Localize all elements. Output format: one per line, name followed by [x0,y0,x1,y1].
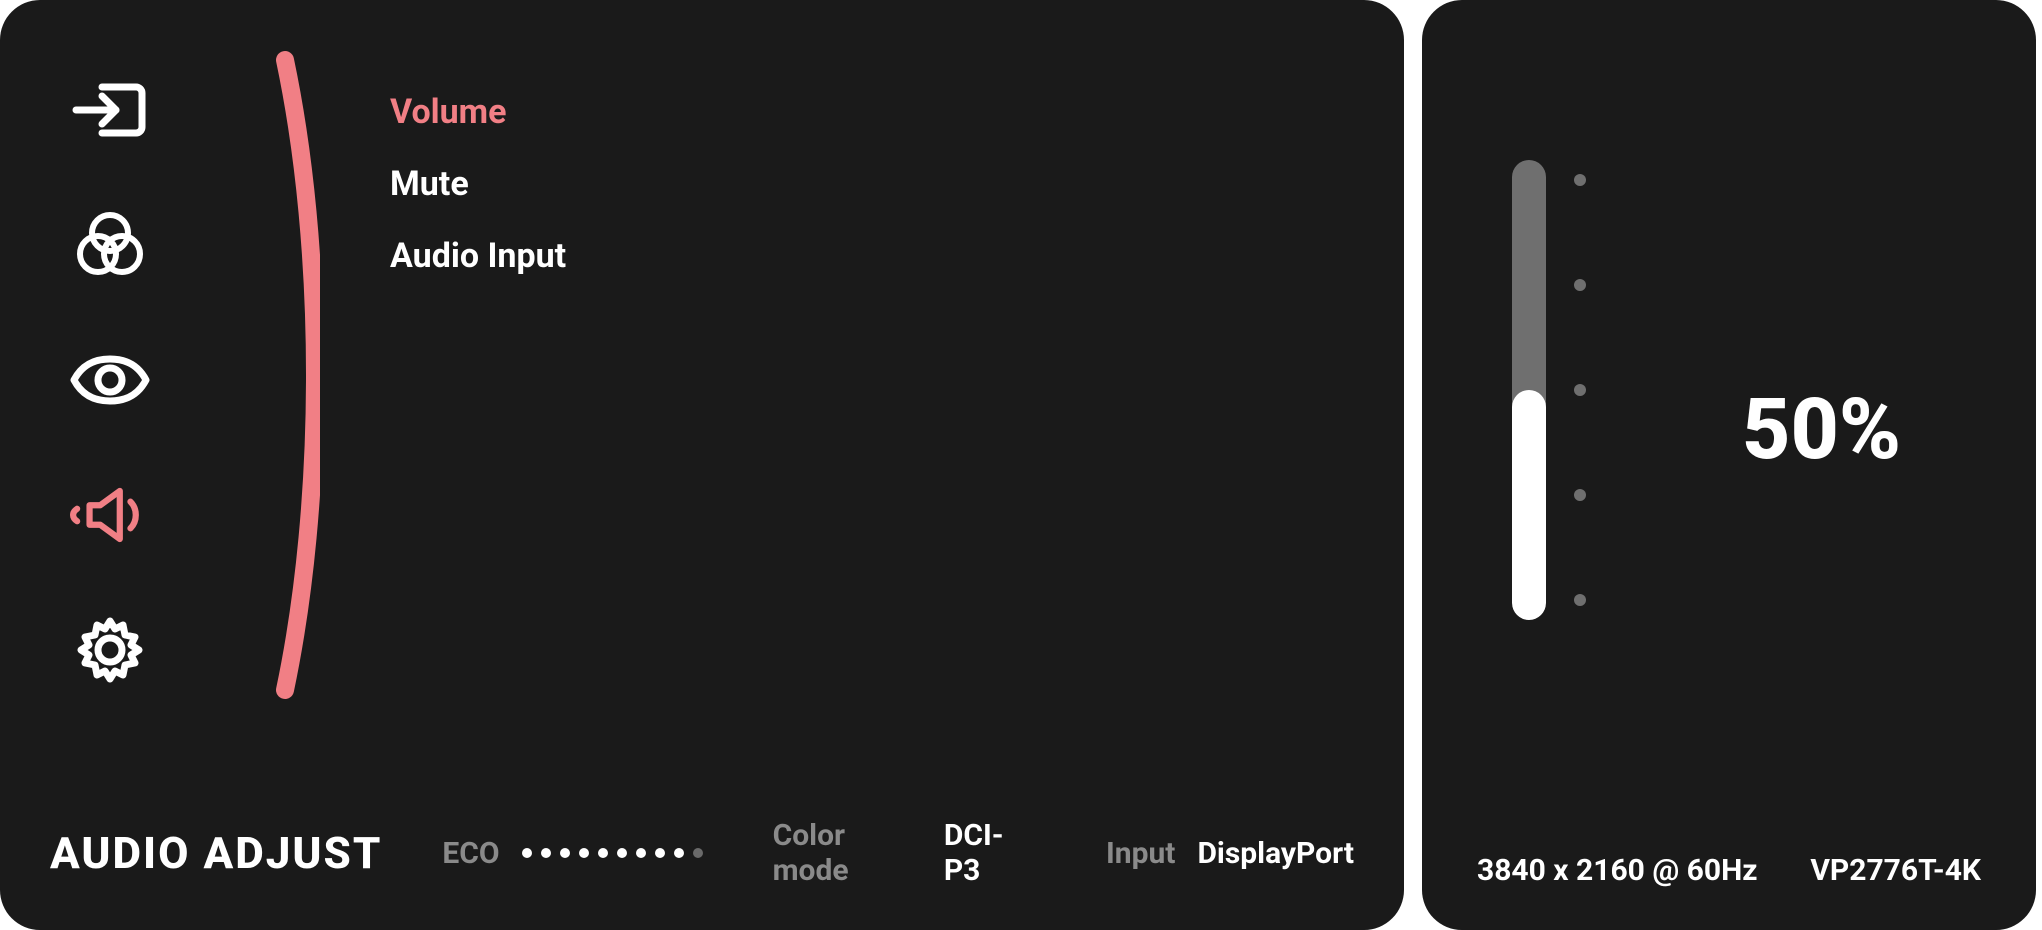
menu-list: Volume Mute Audio Input [390,92,566,276]
eco-label: ECO [442,836,499,871]
side-footer: 3840 x 2160 @ 60Hz VP2776T-4K [1477,853,1981,888]
osd-side-panel: 50% 3840 x 2160 @ 60Hz VP2776T-4K [1422,0,2036,930]
tick [1574,384,1586,396]
input-label: Input [1106,836,1175,871]
color-mode-value: DCI-P3 [944,818,1036,888]
audio-icon[interactable] [70,480,150,550]
footer-bar: AUDIO ADJUST ECO Color mode DCI-P3 Input… [50,818,1354,888]
slider-ticks [1574,160,1586,620]
footer-input: Input DisplayPort [1106,836,1354,871]
arc-divider [200,50,320,700]
view-mode-icon[interactable] [70,345,150,415]
color-mode-label: Color mode [773,818,922,888]
resolution-text: 3840 x 2160 @ 60Hz [1477,853,1758,888]
volume-percent: 50% [1742,380,1901,479]
footer-color-mode: Color mode DCI-P3 [773,818,1036,888]
input-select-icon[interactable] [70,75,150,145]
slider-fill [1512,390,1546,620]
settings-icon[interactable] [70,615,150,685]
tick [1574,489,1586,501]
slider-track [1512,160,1546,620]
tick [1574,279,1586,291]
footer-eco: ECO [442,836,702,871]
osd-main-panel: Volume Mute Audio Input AUDIO ADJUST ECO… [0,0,1404,930]
tick [1574,594,1586,606]
color-icon[interactable] [70,210,150,280]
volume-slider[interactable] [1512,160,1672,630]
tick [1574,174,1586,186]
input-value: DisplayPort [1197,836,1354,871]
menu-item-volume[interactable]: Volume [390,92,566,132]
model-text: VP2776T-4K [1810,853,1981,888]
menu-item-mute[interactable]: Mute [390,164,566,204]
page-title: AUDIO ADJUST [50,827,382,879]
menu-item-audio-input[interactable]: Audio Input [390,236,566,276]
eco-dots [522,848,703,858]
nav-icon-column [70,75,150,685]
